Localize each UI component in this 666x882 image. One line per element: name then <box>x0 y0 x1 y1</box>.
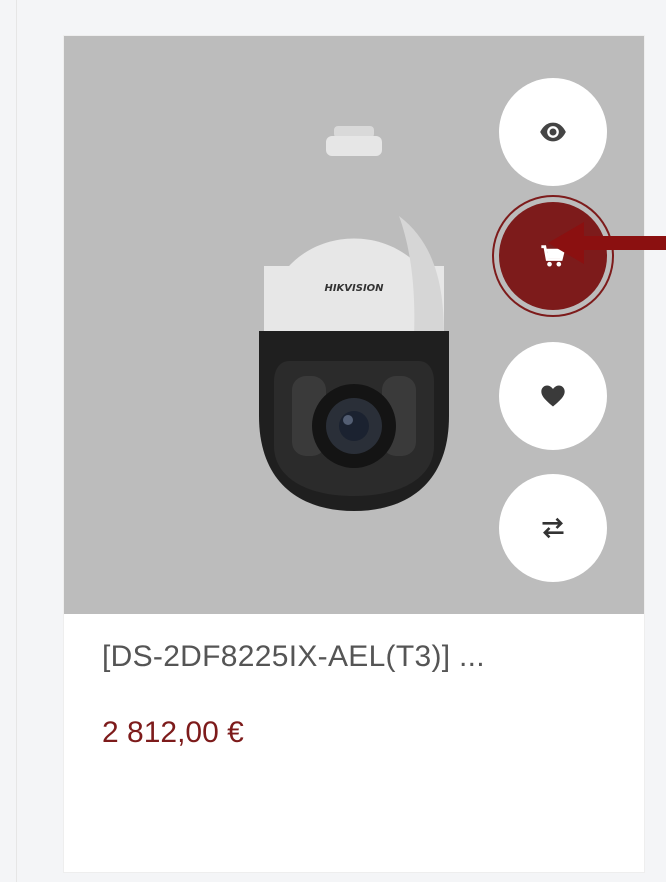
quick-view-button[interactable] <box>499 78 607 186</box>
compare-icon <box>542 517 564 539</box>
heart-icon <box>541 385 565 407</box>
product-card[interactable]: HIKVISION [DS-2DF8225IX-AEL(T3)] ... 2 8… <box>64 36 644 872</box>
product-title[interactable]: [DS-2DF8225IX-AEL(T3)] ... <box>102 640 622 674</box>
eye-icon <box>540 122 566 142</box>
product-image[interactable]: HIKVISION <box>234 126 474 526</box>
wishlist-button[interactable] <box>499 342 607 450</box>
compare-button[interactable] <box>499 474 607 582</box>
brand-logo: HIKVISION <box>324 283 384 294</box>
product-price: 2 812,00 € <box>102 716 244 749</box>
left-rail <box>0 0 17 882</box>
product-image-area[interactable]: HIKVISION <box>64 36 644 614</box>
arrow-pointer-icon <box>548 222 666 264</box>
